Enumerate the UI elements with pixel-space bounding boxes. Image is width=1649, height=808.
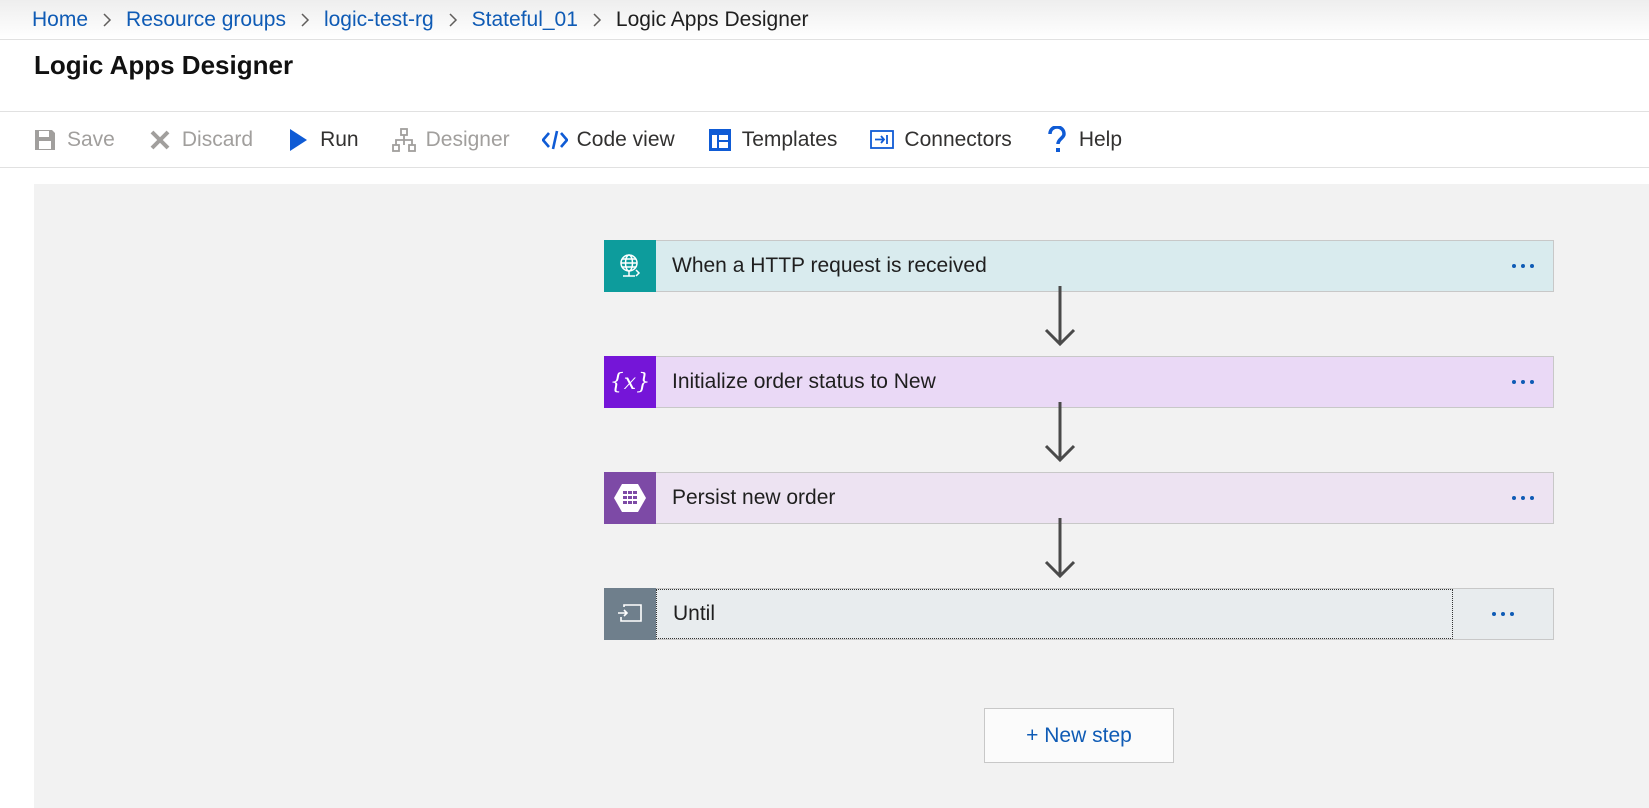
designer-canvas: When a HTTP request is received {x} Init…: [34, 184, 1649, 808]
help-label: Help: [1078, 127, 1123, 151]
chevron-right-icon: [102, 12, 112, 27]
discard-button[interactable]: Discard: [147, 127, 253, 153]
more-options-button[interactable]: [1453, 589, 1553, 639]
ellipsis-icon: [1512, 380, 1534, 384]
connectors-icon: [869, 127, 895, 153]
step-initialize-variable[interactable]: {x} Initialize order status to New: [604, 356, 1554, 408]
chevron-right-icon: [592, 12, 602, 27]
step-until-loop[interactable]: Until: [604, 588, 1554, 640]
command-bar: Save Discard Run Designer Code view Temp…: [0, 112, 1649, 168]
save-icon: [32, 127, 58, 153]
help-icon: [1044, 125, 1070, 153]
breadcrumb: Home Resource groups logic-test-rg State…: [0, 0, 1649, 40]
page-header: Logic Apps Designer: [0, 40, 1649, 112]
designer-icon: [391, 127, 417, 153]
breadcrumb-resource-groups[interactable]: Resource groups: [126, 8, 286, 32]
connectors-button[interactable]: Connectors: [869, 127, 1012, 153]
code-view-button[interactable]: Code view: [541, 127, 675, 153]
step-title: Until: [656, 589, 1453, 639]
code-view-label: Code view: [576, 127, 675, 151]
breadcrumb-resource-group[interactable]: logic-test-rg: [324, 8, 434, 32]
new-step-button[interactable]: + New step: [984, 708, 1174, 763]
help-button[interactable]: Help: [1044, 125, 1123, 153]
run-button[interactable]: Run: [285, 127, 359, 153]
chevron-right-icon: [300, 12, 310, 27]
templates-icon: [707, 127, 733, 153]
step-title: Initialize order status to New: [672, 370, 936, 393]
connector-arrow-icon: [1044, 402, 1076, 463]
until-loop-icon: [604, 588, 656, 640]
connectors-label: Connectors: [904, 127, 1012, 151]
save-button[interactable]: Save: [32, 127, 115, 153]
designer-label: Designer: [425, 127, 510, 151]
designer-button[interactable]: Designer: [391, 127, 510, 153]
page-title: Logic Apps Designer: [34, 50, 294, 80]
templates-button[interactable]: Templates: [707, 127, 838, 153]
run-label: Run: [320, 127, 359, 151]
save-label: Save: [67, 127, 115, 151]
ellipsis-icon: [1512, 496, 1534, 500]
step-persist-order[interactable]: Persist new order: [604, 472, 1554, 524]
code-icon: [541, 127, 568, 153]
step-http-trigger[interactable]: When a HTTP request is received: [604, 240, 1554, 292]
templates-label: Templates: [741, 127, 838, 151]
step-title: When a HTTP request is received: [672, 254, 987, 277]
discard-icon: [147, 127, 173, 153]
chevron-right-icon: [448, 12, 458, 27]
discard-label: Discard: [181, 127, 254, 151]
http-request-icon: [604, 240, 656, 292]
table-storage-icon: [604, 472, 656, 524]
connector-arrow-icon: [1044, 518, 1076, 579]
step-title: Persist new order: [672, 486, 836, 509]
more-options-button[interactable]: [1493, 241, 1553, 291]
more-options-button[interactable]: [1493, 473, 1553, 523]
ellipsis-icon: [1512, 264, 1534, 268]
breadcrumb-workflow[interactable]: Stateful_01: [472, 8, 578, 32]
connector-arrow-icon: [1044, 286, 1076, 347]
more-options-button[interactable]: [1493, 357, 1553, 407]
breadcrumb-home[interactable]: Home: [32, 8, 88, 32]
play-icon: [285, 127, 311, 153]
variable-icon: {x}: [604, 356, 656, 408]
ellipsis-icon: [1492, 612, 1514, 616]
breadcrumb-current: Logic Apps Designer: [615, 7, 809, 31]
